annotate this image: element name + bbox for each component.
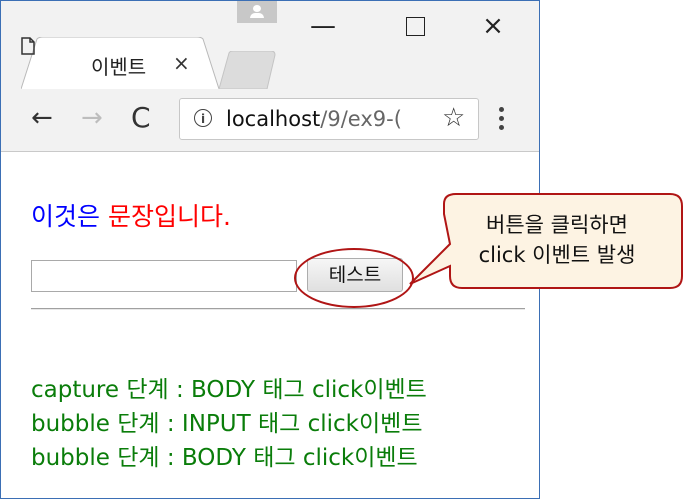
text-input[interactable] (31, 260, 297, 292)
new-tab-button[interactable] (215, 51, 279, 89)
sentence-text: 이것은 문장입니다. (31, 197, 231, 233)
tab-active[interactable]: 이벤트 × (21, 37, 219, 89)
log-line-capture-body: capture 단계 : BODY 태그 click이벤트 (31, 377, 427, 403)
url-host: localhost (226, 107, 321, 131)
highlight-ellipse (294, 248, 414, 308)
title-bar: — × 이벤트 × (1, 1, 539, 89)
reload-icon[interactable]: C (131, 103, 151, 133)
sentence-red-part: 문장입니다. (107, 202, 231, 231)
sentence-blue-part: 이것은 (31, 202, 101, 231)
page-icon (21, 37, 35, 55)
url-path: /9/ex9-( (320, 107, 402, 131)
bookmark-star-icon[interactable]: ☆ (442, 103, 465, 133)
profile-icon[interactable] (237, 1, 277, 23)
horizontal-rule (31, 308, 525, 310)
annotation-line-1: 버튼을 클릭하면 (486, 213, 628, 237)
annotation-text: 버튼을 클릭하면 click 이벤트 발생 (440, 210, 674, 270)
tab-title: 이벤트 (91, 55, 147, 79)
maximize-icon (405, 17, 425, 36)
maximize-button[interactable] (393, 11, 437, 43)
info-icon[interactable]: i (194, 109, 212, 127)
menu-dots-icon[interactable] (499, 107, 505, 134)
address-bar[interactable]: i localhost/9/ex9-( ☆ (179, 98, 479, 140)
log-line-bubble-input: bubble 단계 : INPUT 태그 click이벤트 (31, 411, 423, 437)
back-arrow-icon[interactable]: ← (31, 103, 53, 133)
annotation-line-2: click 이벤트 발생 (478, 243, 636, 267)
log-line-bubble-body: bubble 단계 : BODY 태그 click이벤트 (31, 445, 418, 471)
tab-close-icon[interactable]: × (173, 51, 190, 75)
forward-arrow-icon[interactable]: → (81, 103, 103, 133)
close-window-button[interactable]: × (471, 11, 515, 41)
browser-toolbar: ← → C i localhost/9/ex9-( ☆ (1, 89, 539, 152)
minimize-button[interactable]: — (301, 11, 345, 41)
url-text[interactable]: localhost/9/ex9-( (226, 107, 402, 131)
